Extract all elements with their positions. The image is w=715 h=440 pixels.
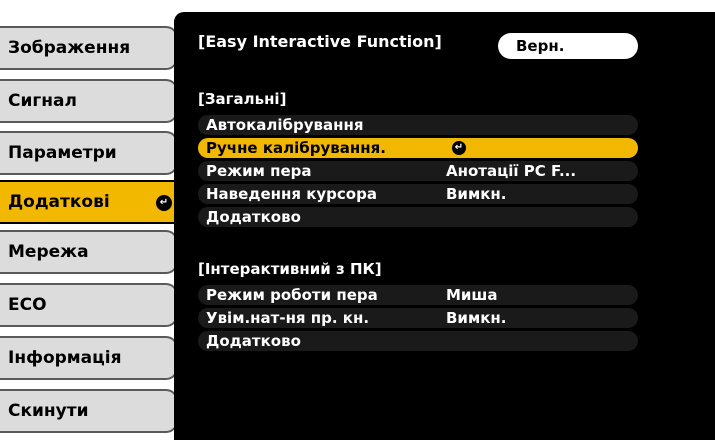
row-value: Анотації PC F... (446, 162, 577, 180)
sidebar-item-extended[interactable]: Додаткові ↵ (0, 180, 188, 224)
sidebar-item-label: Скинути (8, 401, 89, 421)
back-button[interactable]: Верн. (498, 33, 638, 59)
menu-row-pen-operation-mode[interactable]: Режим роботи пера Миша (198, 285, 638, 305)
row-value: Вимкн. (446, 185, 507, 203)
row-label: Увім.нат-ня пр. кн. (206, 309, 370, 327)
row-label: Режим роботи пера (206, 286, 378, 304)
sidebar-item-reset[interactable]: Скинути (0, 389, 178, 433)
row-label: Режим пера (206, 162, 312, 180)
sidebar-item-label: Зображення (8, 38, 131, 58)
sidebar-item-label: ECO (8, 295, 47, 315)
sidebar-item-signal[interactable]: Сигнал (0, 79, 178, 123)
enter-icon: ↵ (452, 141, 466, 155)
row-label: Додатково (206, 208, 301, 226)
enter-icon: ↵ (156, 195, 172, 211)
menu-row-manual-calibration[interactable]: Ручне калібрування. ↵ (198, 138, 638, 158)
sidebar-item-image[interactable]: Зображення (0, 26, 178, 70)
sidebar-item-eco[interactable]: ECO (0, 283, 178, 327)
settings-panel: [Easy Interactive Function] Верн. [Загал… (174, 12, 715, 440)
sidebar-item-label: Додаткові (8, 192, 110, 212)
row-label: Наведення курсора (206, 185, 377, 203)
sidebar-item-info[interactable]: Інформація (0, 336, 178, 380)
menu-row-pen-mode[interactable]: Режим пера Анотації PC F... (198, 161, 638, 181)
row-label: Ручне калібрування. (206, 139, 386, 157)
panel-title: [Easy Interactive Function] (198, 32, 442, 51)
menu-row-advanced-general[interactable]: Додатково (198, 207, 638, 227)
row-value: Вимкн. (446, 309, 507, 327)
sidebar-item-settings[interactable]: Параметри (0, 131, 178, 175)
sidebar-item-label: Мережа (8, 242, 89, 262)
sidebar-menu: Зображення Сигнал Параметри Додаткові ↵ М… (0, 0, 188, 440)
menu-row-auto-calibration[interactable]: Автокалібрування (198, 115, 638, 135)
row-label: Автокалібрування (206, 116, 364, 134)
menu-row-cursor-hover[interactable]: Наведення курсора Вимкн. (198, 184, 638, 204)
sidebar-item-label: Інформація (8, 348, 122, 368)
sidebar-item-network[interactable]: Мережа (0, 230, 178, 274)
sidebar-item-label: Сигнал (8, 91, 77, 111)
menu-row-advanced-pc[interactable]: Додатково (198, 331, 638, 351)
sidebar-item-label: Параметри (8, 143, 117, 163)
menu-row-right-click[interactable]: Увім.нат-ня пр. кн. Вимкн. (198, 308, 638, 328)
row-label: Додатково (206, 332, 301, 350)
section-header-interactive-pc: [Інтерактивний з ПК] (198, 260, 382, 278)
section-header-general: [Загальні] (198, 90, 287, 108)
row-value: Миша (446, 286, 498, 304)
